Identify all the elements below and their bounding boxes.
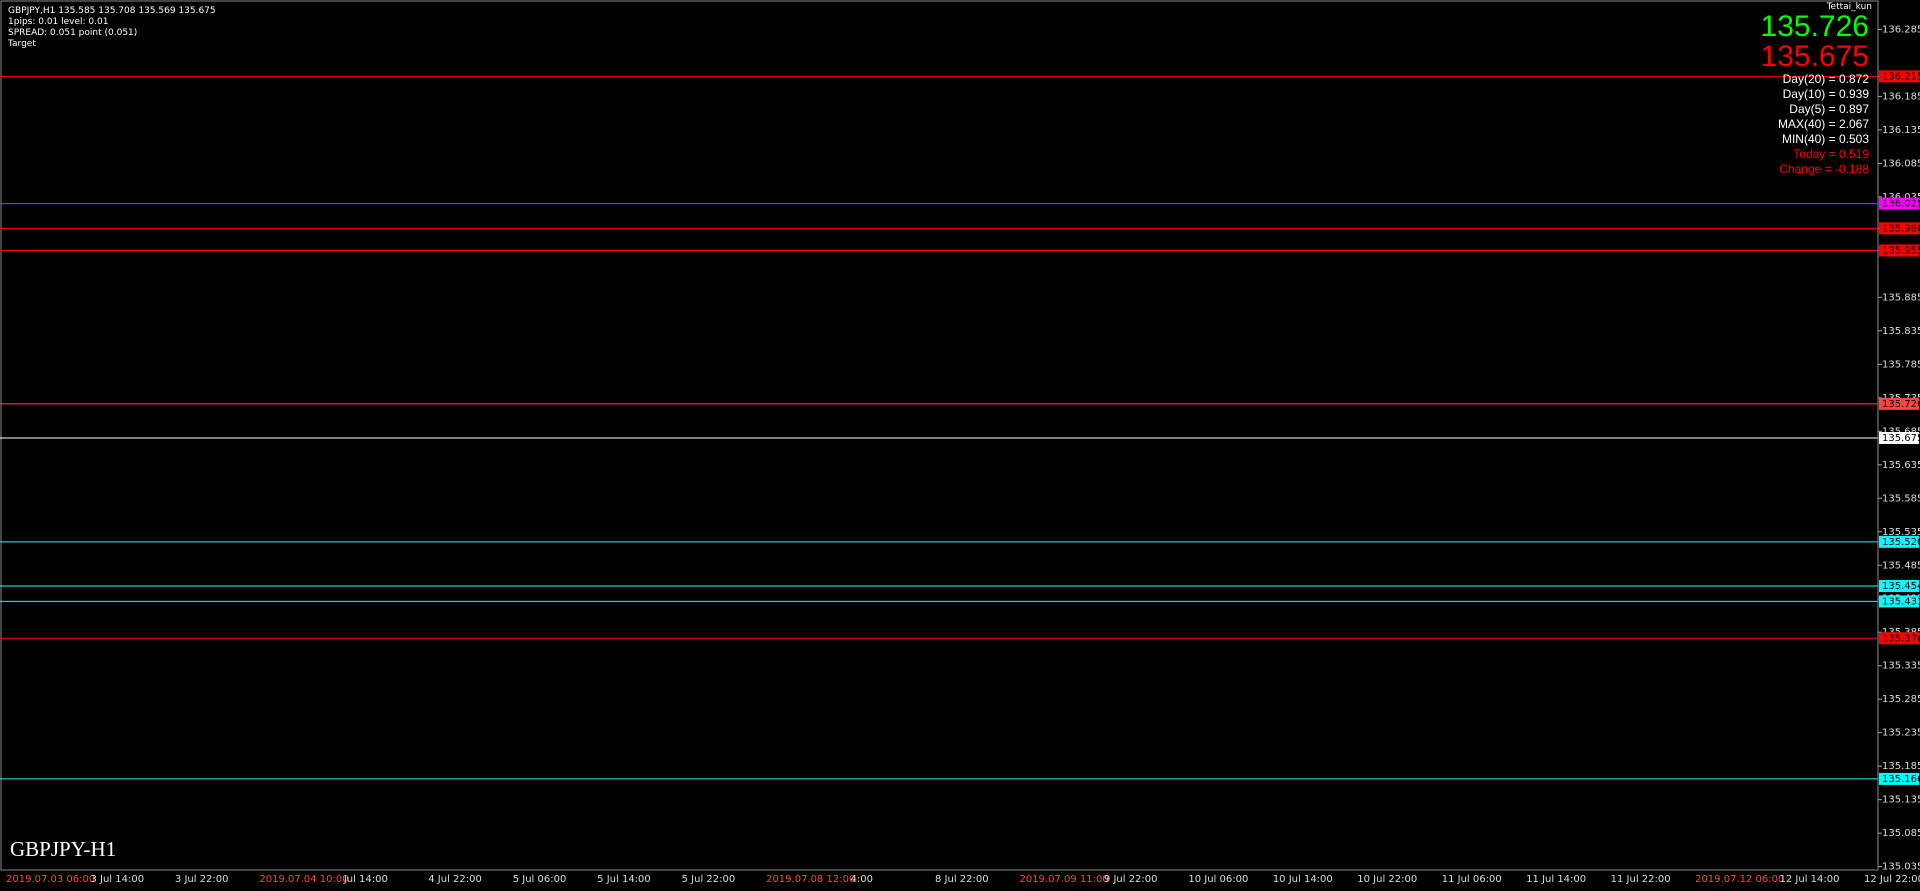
time-tick-label: 5 Jul 06:00: [513, 874, 567, 885]
price-tick-label: 136.135: [1882, 125, 1920, 136]
price-tick-label: 136.185: [1882, 91, 1920, 102]
time-tick-label: 12 Jul 22:00: [1864, 874, 1920, 885]
price-tick-label: 135.085: [1882, 828, 1920, 839]
time-tick-label: 5 Jul 22:00: [682, 874, 736, 885]
stat-day5: Day(5) = 0.897: [1789, 102, 1869, 116]
level-label: 136.215: [1882, 71, 1920, 82]
time-tick-label: 2019.07.09 11:00: [1019, 874, 1108, 885]
time-tick-label: 12 Jul 14:00: [1780, 874, 1840, 885]
level-label: 135.454: [1882, 581, 1920, 592]
price-chart[interactable]: 136.285 136.215 136.185 136.135 136.085 136.0…: [0, 0, 1920, 891]
target-line: Target: [8, 39, 36, 49]
pips-line: 1pips: 0.01 level: 0.01: [8, 17, 109, 27]
time-axis: 2019.07.03 06:003 Jul 14:00 3 Jul 22:00 20…: [6, 874, 1920, 885]
header-title-line: GBPJPY,H1 135.585 135.708 135.569 135.67…: [8, 6, 216, 17]
level-label: 135.376: [1882, 633, 1920, 644]
time-tick-label: 9 Jul 22:00: [1104, 874, 1158, 885]
price-tick-label: 135.235: [1882, 728, 1920, 739]
price-tick-label: 135.785: [1882, 359, 1920, 370]
time-tick-label: 2019.07.12 06:00: [1695, 874, 1784, 885]
stat-day20: Day(20) = 0.872: [1782, 72, 1869, 86]
level-label: 135.166: [1882, 774, 1920, 785]
time-tick-label: 11 Jul 14:00: [1526, 874, 1586, 885]
level-label: 135.431: [1882, 596, 1920, 607]
time-tick-label: 5 Jul 14:00: [597, 874, 651, 885]
level-label: 135.520: [1882, 537, 1920, 548]
ask-price: 135.675: [1760, 40, 1869, 73]
price-tick-label: 135.835: [1882, 326, 1920, 337]
chart-header: GBPJPY,H1 135.585 135.708 135.569 135.67…: [8, 6, 216, 50]
time-tick-label: 8 Jul 22:00: [935, 874, 989, 885]
price-tick-label: 135.585: [1882, 493, 1920, 504]
price-tick-label: 135.635: [1882, 460, 1920, 471]
symbol-caption: GBPJPY-H1: [10, 837, 117, 861]
stat-change: Change = -0.188: [1779, 162, 1869, 176]
time-tick-label: 3 Jul 22:00: [175, 874, 229, 885]
stat-min40: MIN(40) = 0.503: [1781, 132, 1869, 146]
ohlc-readout: 135.585 135.708 135.569 135.675: [58, 6, 216, 16]
stat-max40: MAX(40) = 2.067: [1777, 117, 1869, 131]
time-tick-label: Jul 14:00: [343, 874, 388, 885]
time-tick-label: 2019.07.03 06:00: [6, 874, 95, 885]
time-tick-label: 3 Jul 14:00: [90, 874, 144, 885]
spread-line: SPREAD: 0.051 point (0.051): [8, 28, 138, 38]
time-tick-label: 2019.07.04 10:00: [259, 874, 348, 885]
price-tick-label: 135.035: [1882, 862, 1920, 873]
bid-price: 135.726: [1760, 10, 1869, 43]
price-tick-label: 135.285: [1882, 694, 1920, 705]
level-label: 136.025: [1882, 199, 1920, 210]
price-tick-label: 136.085: [1882, 158, 1920, 169]
time-tick-label: 2019.07.08 12:00: [766, 874, 855, 885]
price-tick-label: 135.185: [1882, 761, 1920, 772]
price-tick-label: 135.135: [1882, 795, 1920, 806]
price-tick-label: 136.285: [1882, 24, 1920, 35]
plot-frame: [0, 0, 1879, 871]
time-tick-label: 10 Jul 14:00: [1273, 874, 1333, 885]
stat-today: Today = 0.519: [1793, 147, 1869, 161]
level-label: 135.988: [1882, 223, 1920, 234]
price-tick-label: 135.335: [1882, 661, 1920, 672]
price-axis: 136.285 136.215 136.185 136.135 136.085 136.0…: [1878, 24, 1920, 873]
price-tick-label: 135.485: [1882, 560, 1920, 571]
time-tick-label: 4:00: [851, 874, 873, 885]
level-lines: [0, 75, 1878, 780]
level-label: 135.726: [1882, 399, 1920, 410]
time-tick-label: 10 Jul 22:00: [1357, 874, 1417, 885]
time-tick-label: 4 Jul 22:00: [428, 874, 482, 885]
time-tick-label: 11 Jul 22:00: [1611, 874, 1671, 885]
level-label: 135.675: [1882, 433, 1920, 444]
price-tick-label: 135.885: [1882, 292, 1920, 303]
stat-day10: Day(10) = 0.939: [1782, 87, 1869, 101]
chart-title: GBPJPY,H1: [8, 6, 56, 16]
time-tick-label: 11 Jul 06:00: [1442, 874, 1502, 885]
stats-panel: 135.726 135.675 Day(20) = 0.872 Day(10) …: [1761, 12, 1869, 177]
level-label: 135.955: [1882, 245, 1920, 256]
time-tick-label: 10 Jul 06:00: [1188, 874, 1248, 885]
